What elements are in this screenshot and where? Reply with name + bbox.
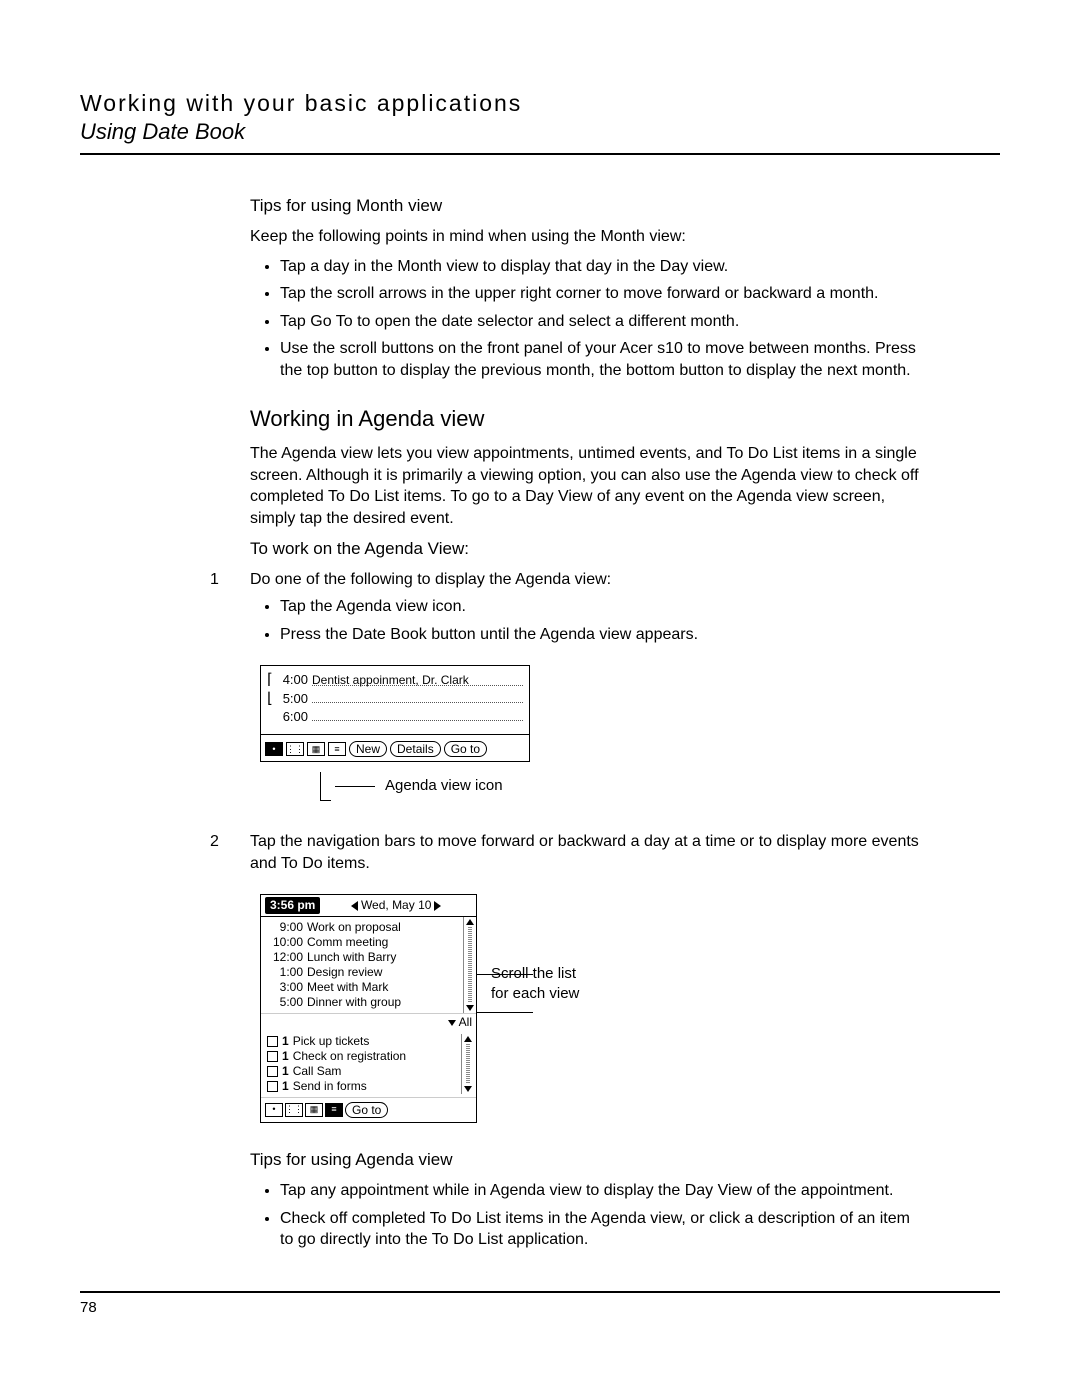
page-number: 78 bbox=[80, 1299, 1000, 1316]
week-view-icon[interactable]: ⋮⋮ bbox=[285, 1103, 303, 1117]
scrollbar[interactable] bbox=[463, 917, 476, 1013]
list-item: Check off completed To Do List items in … bbox=[280, 1208, 920, 1251]
list-item: Tap Go To to open the date selector and … bbox=[280, 311, 920, 333]
appointment-text[interactable]: Dentist appoinment, Dr. Clark bbox=[312, 672, 523, 686]
agenda-view-icon[interactable]: ≡ bbox=[328, 742, 346, 756]
month-tips-title: Tips for using Month view bbox=[250, 195, 920, 218]
month-view-icon[interactable]: ▦ bbox=[305, 1103, 323, 1117]
list-item[interactable]: 10:00Comm meeting bbox=[267, 935, 461, 950]
list-item: Tap any appointment while in Agenda view… bbox=[280, 1180, 920, 1202]
callout: Agenda view icon bbox=[320, 772, 530, 801]
time-label: 4:00 bbox=[274, 671, 312, 689]
day-view-icon[interactable]: • bbox=[265, 742, 283, 756]
header-sub: Using Date Book bbox=[80, 119, 1000, 145]
step-number: 2 bbox=[210, 831, 250, 874]
list-item: Tap the Agenda view icon. bbox=[280, 596, 920, 618]
list-item[interactable]: 1Pick up tickets bbox=[267, 1034, 461, 1049]
scroll-up-icon[interactable] bbox=[464, 1036, 472, 1042]
goto-button[interactable]: Go to bbox=[444, 741, 487, 757]
checkbox-icon[interactable] bbox=[267, 1036, 278, 1047]
scroll-up-icon[interactable] bbox=[466, 919, 474, 925]
checkbox-icon[interactable] bbox=[267, 1081, 278, 1092]
selection-bracket-icon: ⌊ bbox=[267, 694, 274, 704]
page-header: Working with your basic applications Usi… bbox=[80, 90, 1000, 145]
list-item: Tap the scroll arrows in the upper right… bbox=[280, 283, 920, 305]
checkbox-icon[interactable] bbox=[267, 1051, 278, 1062]
figure-day-view: ⌈ 4:00 Dentist appoinment, Dr. Clark ⌊ 5… bbox=[260, 665, 530, 801]
footer-rule bbox=[80, 1291, 1000, 1293]
appointment-list: 9:00Work on proposal 10:00Comm meeting 1… bbox=[261, 917, 463, 1013]
goto-button[interactable]: Go to bbox=[345, 1102, 388, 1118]
next-day-icon[interactable] bbox=[434, 901, 441, 911]
list-item[interactable]: 9:00Work on proposal bbox=[267, 920, 461, 935]
prev-day-icon[interactable] bbox=[351, 901, 358, 911]
scroll-down-icon[interactable] bbox=[466, 1005, 474, 1011]
step-2: 2 Tap the navigation bars to move forwar… bbox=[210, 831, 920, 874]
filter-all[interactable]: All bbox=[459, 1015, 472, 1030]
agenda-title: Working in Agenda view bbox=[250, 404, 920, 434]
week-view-icon[interactable]: ⋮⋮ bbox=[286, 742, 304, 756]
agenda-tips-title: Tips for using Agenda view bbox=[250, 1149, 920, 1172]
empty-slot[interactable] bbox=[312, 709, 523, 721]
clock-display: 3:56 pm bbox=[265, 897, 320, 914]
list-item[interactable]: 1Call Sam bbox=[267, 1064, 461, 1079]
time-label: 6:00 bbox=[274, 708, 312, 726]
list-item: Use the scroll buttons on the front pane… bbox=[280, 338, 920, 381]
list-item[interactable]: 12:00Lunch with Barry bbox=[267, 950, 461, 965]
day-view-icon[interactable]: • bbox=[265, 1103, 283, 1117]
scrollbar[interactable] bbox=[461, 1034, 474, 1094]
step1-bullets: Tap the Agenda view icon. Press the Date… bbox=[250, 596, 920, 645]
checkbox-icon[interactable] bbox=[267, 1066, 278, 1077]
scroll-down-icon[interactable] bbox=[464, 1086, 472, 1092]
step-1: 1 Do one of the following to display the… bbox=[210, 569, 920, 591]
header-rule bbox=[80, 153, 1000, 155]
agenda-view-icon[interactable]: ≡ bbox=[325, 1103, 343, 1117]
agenda-tips-list: Tap any appointment while in Agenda view… bbox=[250, 1180, 920, 1251]
callout-label: Agenda view icon bbox=[385, 776, 503, 796]
list-item: Press the Date Book button until the Age… bbox=[280, 624, 920, 646]
todo-list: 1Pick up tickets 1Check on registration … bbox=[267, 1034, 461, 1094]
dropdown-icon[interactable] bbox=[448, 1020, 456, 1026]
date-nav[interactable]: Wed, May 10 bbox=[320, 898, 472, 913]
callout: Scroll the list for each view bbox=[491, 894, 579, 1005]
list-item[interactable]: 1:00Design review bbox=[267, 965, 461, 980]
agenda-work-title: To work on the Agenda View: bbox=[250, 538, 920, 561]
header-main: Working with your basic applications bbox=[80, 90, 1000, 117]
empty-slot[interactable] bbox=[312, 691, 523, 703]
details-button[interactable]: Details bbox=[390, 741, 441, 757]
list-item: Tap a day in the Month view to display t… bbox=[280, 256, 920, 278]
list-item[interactable]: 5:00Dinner with group bbox=[267, 995, 461, 1010]
month-tips-list: Tap a day in the Month view to display t… bbox=[250, 256, 920, 382]
list-item[interactable]: 3:00Meet with Mark bbox=[267, 980, 461, 995]
figure-agenda-view: 3:56 pm Wed, May 10 9:00Work on proposal… bbox=[260, 894, 920, 1123]
callout-label: for each view bbox=[491, 984, 579, 1004]
new-button[interactable]: New bbox=[349, 741, 387, 757]
list-item[interactable]: 1Send in forms bbox=[267, 1079, 461, 1094]
step-number: 1 bbox=[210, 569, 250, 591]
list-item[interactable]: 1Check on registration bbox=[267, 1049, 461, 1064]
month-view-icon[interactable]: ▦ bbox=[307, 742, 325, 756]
month-tips-intro: Keep the following points in mind when u… bbox=[250, 226, 920, 248]
date-label: Wed, May 10 bbox=[361, 898, 431, 913]
step-text: Do one of the following to display the A… bbox=[250, 569, 920, 591]
selection-bracket-icon: ⌈ bbox=[267, 675, 274, 685]
agenda-intro: The Agenda view lets you view appointmen… bbox=[250, 443, 920, 529]
time-label: 5:00 bbox=[274, 690, 312, 708]
step-text: Tap the navigation bars to move forward … bbox=[250, 831, 920, 874]
